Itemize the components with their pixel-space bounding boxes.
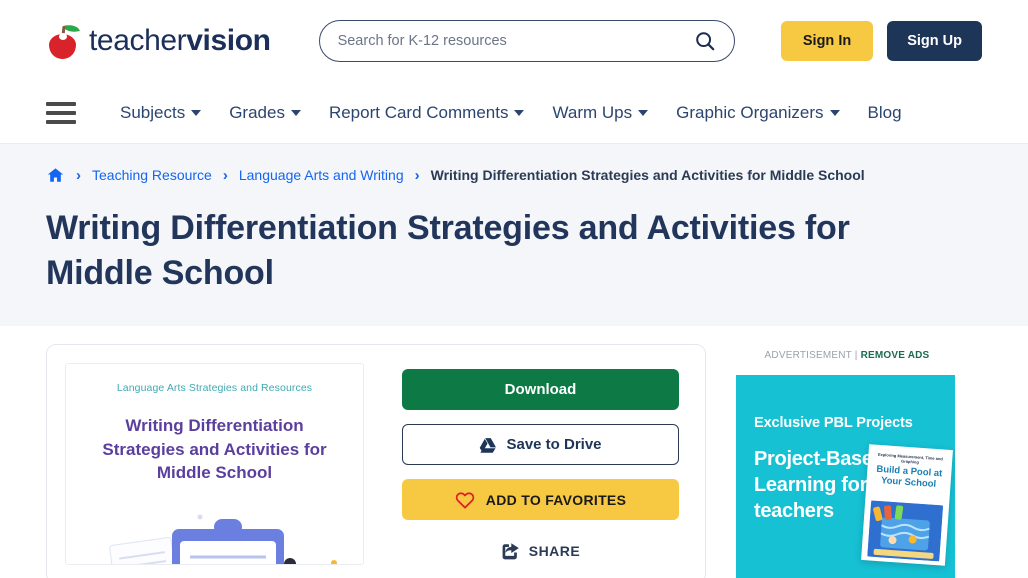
clipboard-people-illustration (76, 507, 353, 565)
site-logo[interactable]: teachervision (46, 22, 271, 59)
ad-product-card: Exploring Measurement, Time and Graphing… (861, 444, 953, 567)
nav-item-subjects[interactable]: Subjects (120, 102, 202, 123)
breadcrumb-item-current: Writing Differentiation Strategies and A… (430, 167, 865, 183)
nav-label: Blog (867, 102, 902, 122)
pool-illustration (867, 500, 944, 562)
main-navigation: Subjects Grades Report Card Comments War… (0, 82, 1028, 144)
breadcrumb-band: › Teaching Resource › Language Arts and … (0, 144, 1028, 327)
nav-item-graphic-organizers[interactable]: Graphic Organizers (676, 102, 840, 123)
share-icon (502, 543, 519, 560)
save-to-drive-label: Save to Drive (506, 436, 602, 454)
chevron-down-icon (514, 109, 525, 116)
hamburger-icon[interactable] (46, 101, 76, 124)
search-bar[interactable] (318, 20, 735, 62)
add-to-favorites-label: ADD TO FAVORITES (485, 491, 627, 508)
logo-text-light: teacher (89, 24, 187, 57)
chevron-down-icon (290, 109, 301, 116)
search-button[interactable] (692, 30, 718, 52)
sign-up-button[interactable]: Sign Up (887, 21, 982, 61)
advertisement-column: ADVERTISEMENT | REMOVE ADS Exclusive PBL… (736, 344, 958, 578)
nav-label: Graphic Organizers (676, 102, 824, 122)
resource-card: Language Arts Strategies and Resources W… (46, 344, 706, 578)
breadcrumb-separator: › (76, 166, 81, 184)
resource-preview-thumbnail[interactable]: Language Arts Strategies and Resources W… (65, 363, 364, 566)
breadcrumb-separator: › (222, 166, 228, 184)
nav-item-grades[interactable]: Grades (229, 103, 301, 123)
search-input[interactable] (337, 33, 692, 49)
heart-outline-icon (455, 492, 475, 509)
advertisement-banner[interactable]: Exclusive PBL Projects Project-Based Lea… (736, 375, 955, 578)
chevron-down-icon (191, 109, 202, 116)
nav-label: Warm Ups (552, 102, 633, 122)
breadcrumb-separator: › (414, 166, 420, 184)
remove-ads-link[interactable]: REMOVE ADS (861, 350, 930, 361)
home-icon[interactable] (46, 166, 65, 184)
chevron-down-icon (829, 109, 840, 116)
breadcrumb-item-language-arts[interactable]: Language Arts and Writing (239, 167, 404, 183)
logo-text: teachervision (89, 26, 271, 56)
nav-label: Report Card Comments (328, 102, 509, 122)
preview-subtitle: Language Arts Strategies and Resources (116, 382, 313, 395)
share-label: SHARE (528, 542, 581, 559)
sign-in-button[interactable]: Sign In (780, 21, 874, 61)
chevron-down-icon (638, 109, 649, 116)
breadcrumb: › Teaching Resource › Language Arts and … (46, 166, 982, 184)
resource-actions: Download Save to Drive ADD TO FAVORITES (402, 363, 679, 565)
apple-icon (46, 22, 80, 59)
google-drive-icon (480, 437, 497, 453)
nav-item-blog[interactable]: Blog (868, 103, 902, 123)
nav-item-warm-ups[interactable]: Warm Ups (552, 102, 649, 123)
ad-eyebrow: Exclusive PBL Projects (754, 415, 913, 432)
add-to-favorites-button[interactable]: ADD TO FAVORITES (402, 479, 679, 521)
site-header: teachervision Sign In Sign Up (0, 0, 1028, 82)
nav-label: Grades (229, 102, 285, 122)
logo-text-bold: vision (186, 24, 271, 57)
advertisement-label: ADVERTISEMENT | REMOVE ADS (736, 350, 958, 361)
breadcrumb-item-teaching-resource[interactable]: Teaching Resource (92, 167, 212, 183)
advertisement-text: ADVERTISEMENT | (764, 350, 858, 362)
header-actions: Sign In Sign Up (780, 21, 982, 61)
download-button[interactable]: Download (402, 369, 679, 411)
page-title: Writing Differentiation Strategies and A… (46, 209, 850, 293)
nav-label: Subjects (120, 102, 186, 122)
main-content: Language Arts Strategies and Resources W… (0, 326, 1028, 578)
nav-item-report-card-comments[interactable]: Report Card Comments (329, 103, 525, 123)
search-icon (695, 32, 714, 51)
preview-title: Writing Differentiation Strategies and A… (102, 416, 327, 483)
save-to-drive-button[interactable]: Save to Drive (402, 424, 679, 466)
ad-card-title: Build a Pool at Your School (876, 464, 943, 491)
share-button[interactable]: SHARE (402, 536, 679, 565)
